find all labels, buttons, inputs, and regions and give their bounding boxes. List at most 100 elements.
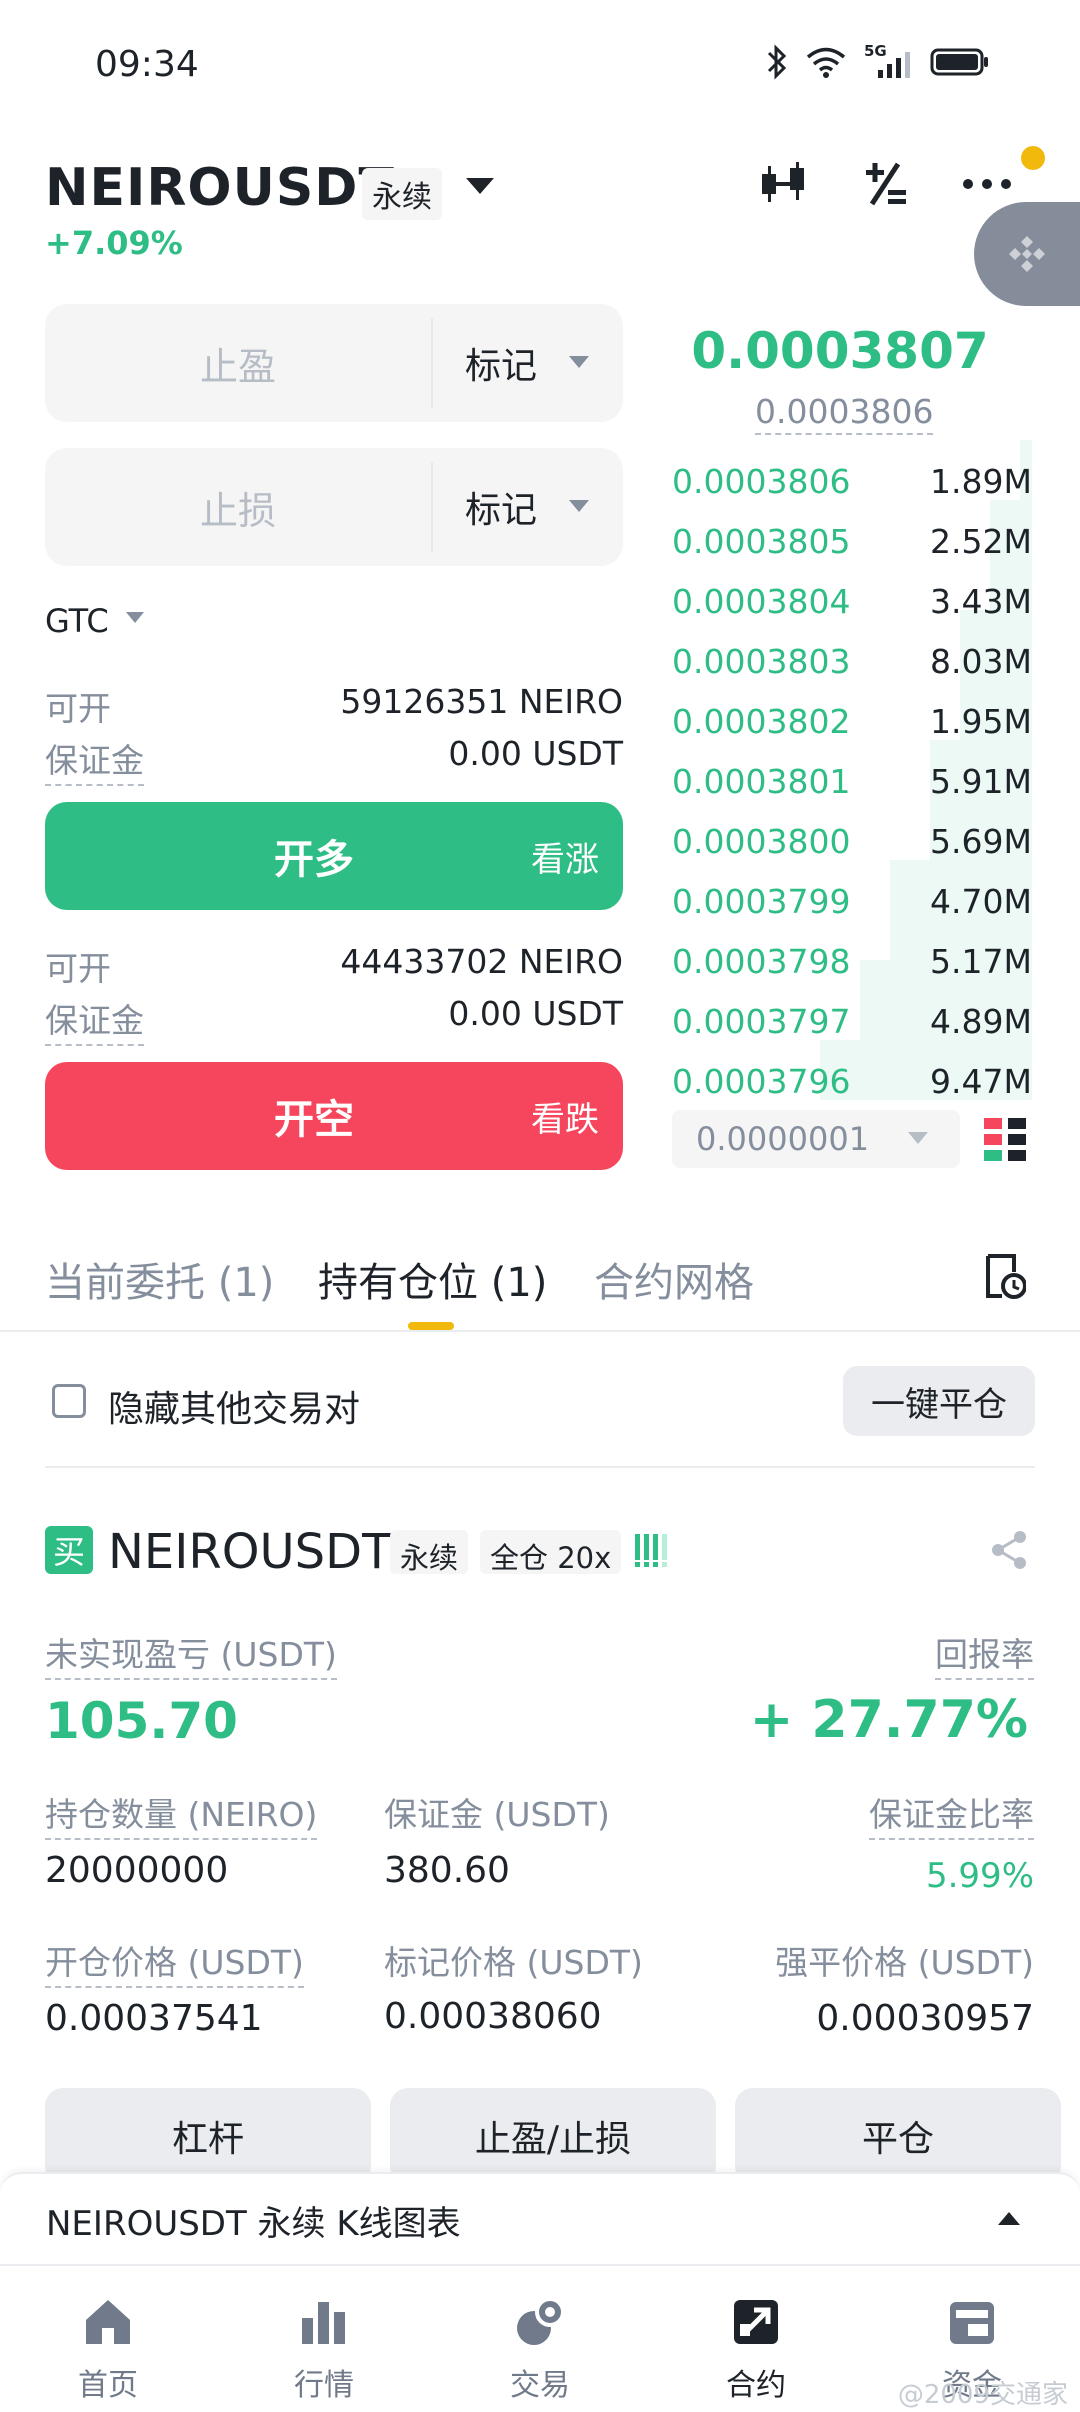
bid-price: 0.0003803 <box>672 642 851 681</box>
tab-open-orders[interactable]: 当前委托 (1) <box>45 1250 274 1308</box>
long-margin-label[interactable]: 保证金 <box>45 734 144 786</box>
bid-row[interactable]: 0.0003799 4.70M <box>672 872 1032 932</box>
markets-icon <box>302 2302 345 2344</box>
stop-loss-trigger-select[interactable]: 标记 <box>465 448 537 566</box>
take-profit-trigger-select[interactable]: 标记 <box>465 304 537 422</box>
short-margin-value: 0.00 USDT <box>448 994 623 1033</box>
leverage-button[interactable]: 杠杆 <box>45 2088 371 2184</box>
bid-price: 0.0003797 <box>672 1002 851 1041</box>
symbol-title[interactable]: NEIROUSDT <box>45 158 395 218</box>
header-actions <box>756 160 1012 208</box>
more-icon[interactable] <box>962 178 1012 190</box>
margin-label: 保证金 (USDT) <box>384 1795 610 1834</box>
short-margin-label[interactable]: 保证金 <box>45 994 144 1046</box>
margin-ratio-label[interactable]: 保证金比率 <box>869 1788 1034 1840</box>
margin-ratio-value: 5.99% <box>925 1856 1034 1896</box>
stop-loss-input[interactable]: 止损 标记 <box>45 448 623 566</box>
stop-loss-placeholder: 止损 <box>199 488 276 533</box>
calculator-icon[interactable] <box>862 160 910 208</box>
chevron-down-icon <box>126 612 144 623</box>
close-all-button[interactable]: 一键平仓 <box>843 1366 1035 1436</box>
bid-quantity: 5.91M <box>930 762 1032 801</box>
open-short-button[interactable]: 开空 看跌 <box>45 1062 623 1170</box>
bid-row[interactable]: 0.0003798 5.17M <box>672 932 1032 992</box>
battery-icon <box>930 48 988 76</box>
nav-markets-label: 行情 <box>294 2368 354 2403</box>
bid-row[interactable]: 0.0003797 4.89M <box>672 992 1032 1052</box>
chevron-down-icon <box>569 500 589 512</box>
entry-price-value: 0.00037541 <box>45 1998 263 2039</box>
chevron-down-icon <box>908 1132 928 1144</box>
tab-grid[interactable]: 合约网格 <box>594 1250 754 1308</box>
candlestick-chart-icon[interactable] <box>756 160 810 208</box>
hide-others-label[interactable]: 隐藏其他交易对 <box>108 1380 360 1432</box>
nav-futures[interactable]: 合约 <box>648 2266 864 2412</box>
floating-assistant-button[interactable] <box>974 202 1080 306</box>
bid-price: 0.0003799 <box>672 882 851 921</box>
bid-quantity: 5.69M <box>930 822 1032 861</box>
time-in-force-select[interactable]: GTC <box>45 602 109 640</box>
bid-price: 0.0003806 <box>672 462 851 501</box>
bid-quantity: 4.89M <box>930 1002 1032 1041</box>
bid-row[interactable]: 0.0003800 5.69M <box>672 812 1032 872</box>
futures-icon <box>734 2300 778 2344</box>
mark-price-label: 标记价格 (USDT) <box>384 1943 643 1982</box>
bid-quantity: 5.17M <box>930 942 1032 981</box>
bid-price: 0.0003801 <box>672 762 851 801</box>
bid-row[interactable]: 0.0003803 8.03M <box>672 632 1032 692</box>
chevron-down-icon <box>569 356 589 368</box>
bid-price: 0.0003800 <box>672 822 851 861</box>
contract-type-tag: 永续 <box>362 168 442 220</box>
short-available-value: 44433702 NEIRO <box>340 942 623 981</box>
bid-price: 0.0003804 <box>672 582 851 621</box>
bid-quantity: 1.89M <box>930 462 1032 501</box>
margin-mode-tag[interactable]: 全仓 20x <box>480 1530 622 1575</box>
system-icons: 5G <box>766 42 990 80</box>
history-icon[interactable] <box>984 1254 1026 1300</box>
bid-quantity: 1.95M <box>930 702 1032 741</box>
kline-chart-bar[interactable]: NEIROUSDT 永续 K线图表 <box>0 2172 1080 2264</box>
notification-dot <box>1021 146 1045 170</box>
book-mode-icon[interactable] <box>984 1118 1026 1162</box>
nav-home[interactable]: 首页 <box>0 2266 216 2412</box>
take-profit-input[interactable]: 止盈 标记 <box>45 304 623 422</box>
bid-price: 0.0003805 <box>672 522 851 561</box>
bid-quantity: 4.70M <box>930 882 1032 921</box>
symbol-dropdown-icon[interactable] <box>466 178 494 194</box>
bid-row[interactable]: 0.0003801 5.91M <box>672 752 1032 812</box>
nav-trade[interactable]: 交易 <box>432 2266 648 2412</box>
unrealized-pnl-label[interactable]: 未实现盈亏 (USDT) <box>45 1628 337 1680</box>
wifi-icon <box>806 47 846 78</box>
close-position-button[interactable]: 平仓 <box>735 2088 1061 2184</box>
mark-price[interactable]: 0.0003806 <box>755 392 934 435</box>
bid-price: 0.0003796 <box>672 1062 851 1101</box>
position-size-label[interactable]: 持仓数量 (NEIRO) <box>45 1788 318 1840</box>
bluetooth-icon <box>767 44 787 80</box>
tpsl-button[interactable]: 止盈/止损 <box>390 2088 716 2184</box>
bid-row[interactable]: 0.0003804 3.43M <box>672 572 1032 632</box>
mark-price-value: 0.00038060 <box>384 1996 602 2037</box>
open-long-button[interactable]: 开多 看涨 <box>45 802 623 910</box>
nav-markets[interactable]: 行情 <box>216 2266 432 2412</box>
bid-row[interactable]: 0.0003802 1.95M <box>672 692 1032 752</box>
signal-icon: 5G <box>864 42 912 78</box>
chevron-up-icon <box>998 2212 1020 2225</box>
hide-others-checkbox[interactable] <box>52 1384 86 1418</box>
roe-label[interactable]: 回报率 <box>935 1628 1034 1680</box>
bid-row[interactable]: 0.0003796 9.47M <box>672 1052 1032 1112</box>
tab-positions[interactable]: 持有仓位 (1) <box>318 1250 547 1308</box>
open-long-hint: 看涨 <box>531 839 599 880</box>
status-time: 09:34 <box>95 44 199 85</box>
bid-price: 0.0003802 <box>672 702 851 741</box>
last-price: 0.0003807 <box>691 322 989 380</box>
position-symbol[interactable]: NEIROUSDT <box>108 1524 391 1580</box>
share-icon[interactable] <box>990 1530 1028 1570</box>
bid-row[interactable]: 0.0003806 1.89M <box>672 452 1032 512</box>
long-margin-value: 0.00 USDT <box>448 734 623 773</box>
entry-price-label[interactable]: 开仓价格 (USDT) <box>45 1936 304 1988</box>
liq-price-value: 0.00030957 <box>816 1998 1034 2039</box>
long-available-value: 59126351 NEIRO <box>340 682 623 721</box>
trade-icon <box>517 2297 565 2345</box>
bid-row[interactable]: 0.0003805 2.52M <box>672 512 1032 572</box>
margin-value: 380.60 <box>384 1850 510 1891</box>
